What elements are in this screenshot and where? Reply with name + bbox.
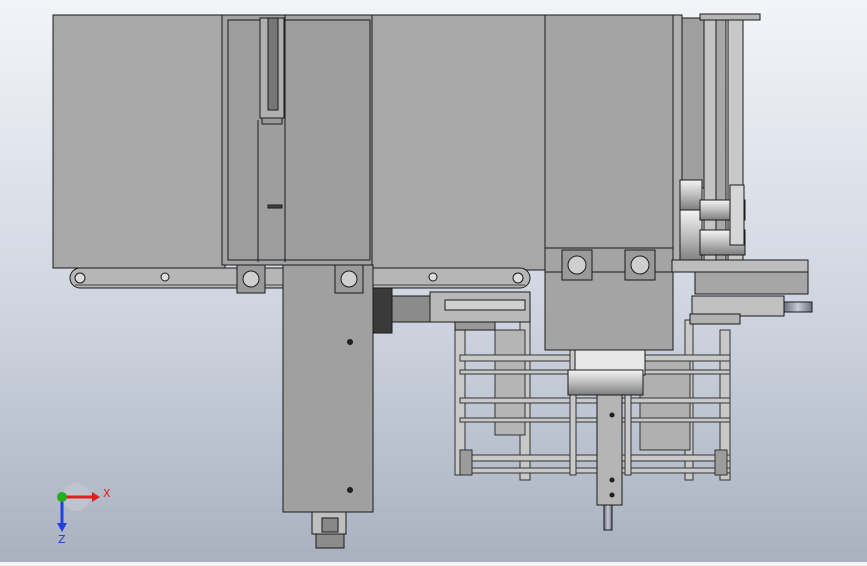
vertical-cylinder	[567, 349, 646, 531]
outfeed-table	[671, 259, 809, 273]
right-tower	[544, 14, 674, 351]
linear-actuator	[371, 287, 531, 334]
y-axis-point	[57, 492, 67, 502]
machine-assembly	[52, 13, 813, 549]
upper-center-inner	[227, 19, 371, 261]
outfeed-shaft	[783, 301, 813, 313]
center-column	[282, 264, 374, 513]
upper-right-panel	[371, 14, 548, 271]
slide-rail-core	[267, 17, 279, 111]
right-side-plate-3	[703, 17, 717, 264]
z-axis-label: Z	[58, 533, 66, 546]
upper-left-panel	[52, 14, 226, 269]
coordinate-triad: X Z	[57, 483, 111, 546]
right-side-plate-4	[715, 17, 727, 264]
right-side-plate-2	[681, 17, 705, 189]
cad-viewport[interactable]: X Z	[0, 0, 867, 562]
column-caster	[311, 511, 347, 549]
x-axis-label: X	[103, 487, 111, 500]
